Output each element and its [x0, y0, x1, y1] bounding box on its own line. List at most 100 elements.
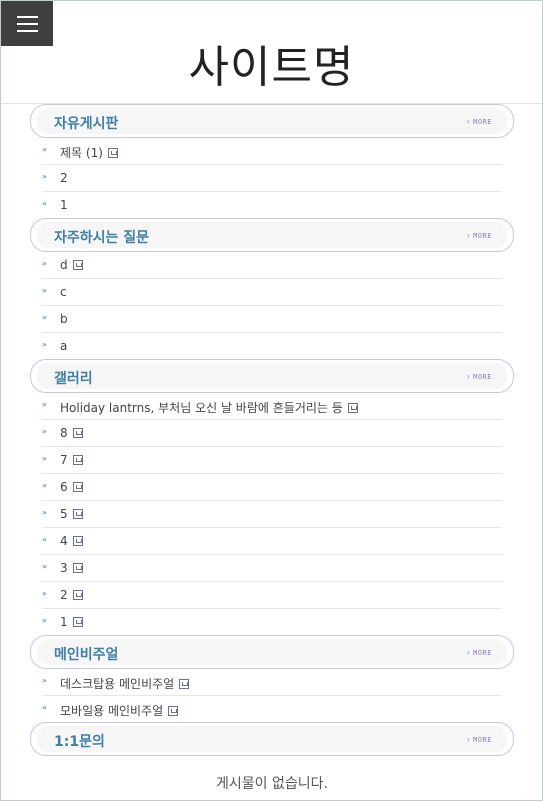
post-title-text: 5 — [60, 507, 68, 521]
post-list: » 데스크탑용 메인비주얼 » 모바일용 메인비주얼 — [42, 669, 502, 722]
new-post-icon — [72, 563, 83, 573]
post-list-item[interactable]: » 제목 (1) — [42, 138, 502, 165]
post-list-item[interactable]: » 2 — [42, 582, 502, 609]
post-title-text: 모바일용 메인비주얼 — [60, 704, 164, 718]
post-list-item[interactable]: » 1 — [42, 609, 502, 635]
bullet-arrow-icon: » — [42, 340, 47, 349]
new-post-icon — [179, 679, 190, 689]
post-list-item[interactable]: » 4 — [42, 528, 502, 555]
post-title-text: 8 — [60, 426, 68, 440]
post-title-text: d — [60, 258, 68, 272]
post-title[interactable]: c — [60, 285, 67, 299]
bullet-arrow-icon: » — [42, 676, 47, 685]
new-post-icon — [72, 260, 83, 270]
empty-message: 게시물이 없습니다. — [216, 776, 328, 792]
post-list-item[interactable]: » Holiday lantrns, 부처님 오신 날 바람에 흔들거리는 등 — [42, 393, 502, 420]
bullet-arrow-icon: » — [42, 199, 47, 208]
board-section: 메인비주얼 MORE » 데스크탑용 메인비주얼 » 모바일용 메인비주얼 — [30, 635, 514, 722]
post-title[interactable]: d — [60, 258, 83, 272]
post-title-text: 2 — [60, 588, 68, 602]
post-title[interactable]: 2 — [60, 171, 68, 185]
post-title[interactable]: 1 — [60, 198, 68, 212]
post-title[interactable]: 3 — [60, 561, 83, 575]
board-section: 갤러리 MORE » Holiday lantrns, 부처님 오신 날 바람에 흔들… — [30, 359, 514, 635]
post-list-item[interactable]: » 6 — [42, 474, 502, 501]
post-title-text: 제목 (1) — [60, 146, 103, 160]
post-list-item[interactable]: » 데스크탑용 메인비주얼 — [42, 669, 502, 696]
post-list-item[interactable]: » 3 — [42, 555, 502, 582]
more-link[interactable]: MORE — [466, 735, 492, 744]
bullet-arrow-icon: » — [42, 454, 47, 463]
post-list-item[interactable]: » b — [42, 306, 502, 333]
bullet-arrow-icon: » — [42, 535, 47, 544]
board-section: 1:1문의 MORE 게시물이 없습니다. — [30, 722, 514, 793]
new-post-icon — [72, 536, 83, 546]
post-title[interactable]: a — [60, 339, 67, 353]
post-title[interactable]: 1 — [60, 615, 83, 629]
bullet-arrow-icon: » — [42, 427, 47, 436]
section-header: 1:1문의 MORE — [30, 722, 514, 756]
bullet-arrow-icon: » — [42, 145, 47, 154]
section-header: 자주하시는 질문 MORE — [30, 218, 514, 252]
menu-bar-icon — [17, 30, 38, 32]
bullet-arrow-icon: » — [42, 703, 47, 712]
section-header: 자유게시판 MORE — [30, 104, 514, 138]
post-title-text: 4 — [60, 534, 68, 548]
bullet-arrow-icon: » — [42, 313, 47, 322]
post-list-item[interactable]: » a — [42, 333, 502, 359]
post-list-item[interactable]: » 1 — [42, 192, 502, 218]
new-post-icon — [72, 455, 83, 465]
bullet-arrow-icon: » — [42, 616, 47, 625]
post-list: » d» c» b» a — [42, 252, 502, 359]
section-title-link[interactable]: 갤러리 — [54, 368, 93, 388]
bullet-arrow-icon: » — [42, 589, 47, 598]
section-header: 메인비주얼 MORE — [30, 635, 514, 669]
post-title[interactable]: 4 — [60, 534, 83, 548]
site-title[interactable]: 사이트명 — [0, 40, 543, 96]
post-list-item[interactable]: » 8 — [42, 420, 502, 447]
new-post-icon — [347, 403, 358, 413]
section-title-link[interactable]: 자주하시는 질문 — [54, 227, 149, 247]
post-title[interactable]: Holiday lantrns, 부처님 오신 날 바람에 흔들거리는 등 — [60, 399, 358, 416]
bullet-arrow-icon: » — [42, 286, 47, 295]
board-sections: 자유게시판MORE»제목 (1)»2»1자주하시는 질문MORE»d»c»b»a… — [30, 104, 514, 793]
more-link[interactable]: MORE — [466, 117, 492, 126]
post-title[interactable]: 제목 (1) — [60, 144, 118, 161]
new-post-icon — [72, 590, 83, 600]
post-title[interactable]: 데스크탑용 메인비주얼 — [60, 675, 190, 692]
section-title-link[interactable]: 1:1문의 — [54, 731, 105, 751]
post-title[interactable]: b — [60, 312, 68, 326]
post-list: » 제목 (1)» 2» 1 — [42, 138, 502, 218]
board-section: 자주하시는 질문MORE»d»c»b»a — [30, 218, 514, 359]
more-link[interactable]: MORE — [466, 648, 492, 657]
post-list-item[interactable]: » c — [42, 279, 502, 306]
more-link[interactable]: MORE — [466, 231, 492, 240]
new-post-icon — [72, 428, 83, 438]
post-list-item[interactable]: » 모바일용 메인비주얼 — [42, 696, 502, 722]
section-header: 갤러리 MORE — [30, 359, 514, 393]
new-post-icon — [72, 617, 83, 627]
post-title-text: c — [60, 285, 67, 299]
more-link[interactable]: MORE — [466, 372, 492, 381]
post-title[interactable]: 5 — [60, 507, 83, 521]
post-title[interactable]: 6 — [60, 480, 83, 494]
post-title-text: a — [60, 339, 68, 353]
post-title-text: b — [60, 312, 68, 326]
post-title[interactable]: 2 — [60, 588, 83, 602]
post-list-item[interactable]: » d — [42, 252, 502, 279]
post-title[interactable]: 8 — [60, 426, 83, 440]
bullet-arrow-icon: » — [42, 481, 47, 490]
post-title-text: 데스크탑용 메인비주얼 — [60, 677, 175, 691]
post-list-item[interactable]: » 7 — [42, 447, 502, 474]
section-title-link[interactable]: 자유게시판 — [54, 113, 118, 133]
post-list-item[interactable]: » 2 — [42, 165, 502, 192]
post-title[interactable]: 모바일용 메인비주얼 — [60, 702, 179, 719]
post-title-text: 2 — [60, 171, 68, 185]
post-title-text: 7 — [60, 453, 68, 467]
section-title-link[interactable]: 메인비주얼 — [54, 644, 118, 664]
bullet-arrow-icon: » — [42, 562, 47, 571]
post-title-text: Holiday lantrns, 부처님 오신 날 바람에 흔들거리는 등 — [60, 401, 343, 415]
post-title[interactable]: 7 — [60, 453, 83, 467]
post-title-text: 6 — [60, 480, 68, 494]
post-list-item[interactable]: » 5 — [42, 501, 502, 528]
